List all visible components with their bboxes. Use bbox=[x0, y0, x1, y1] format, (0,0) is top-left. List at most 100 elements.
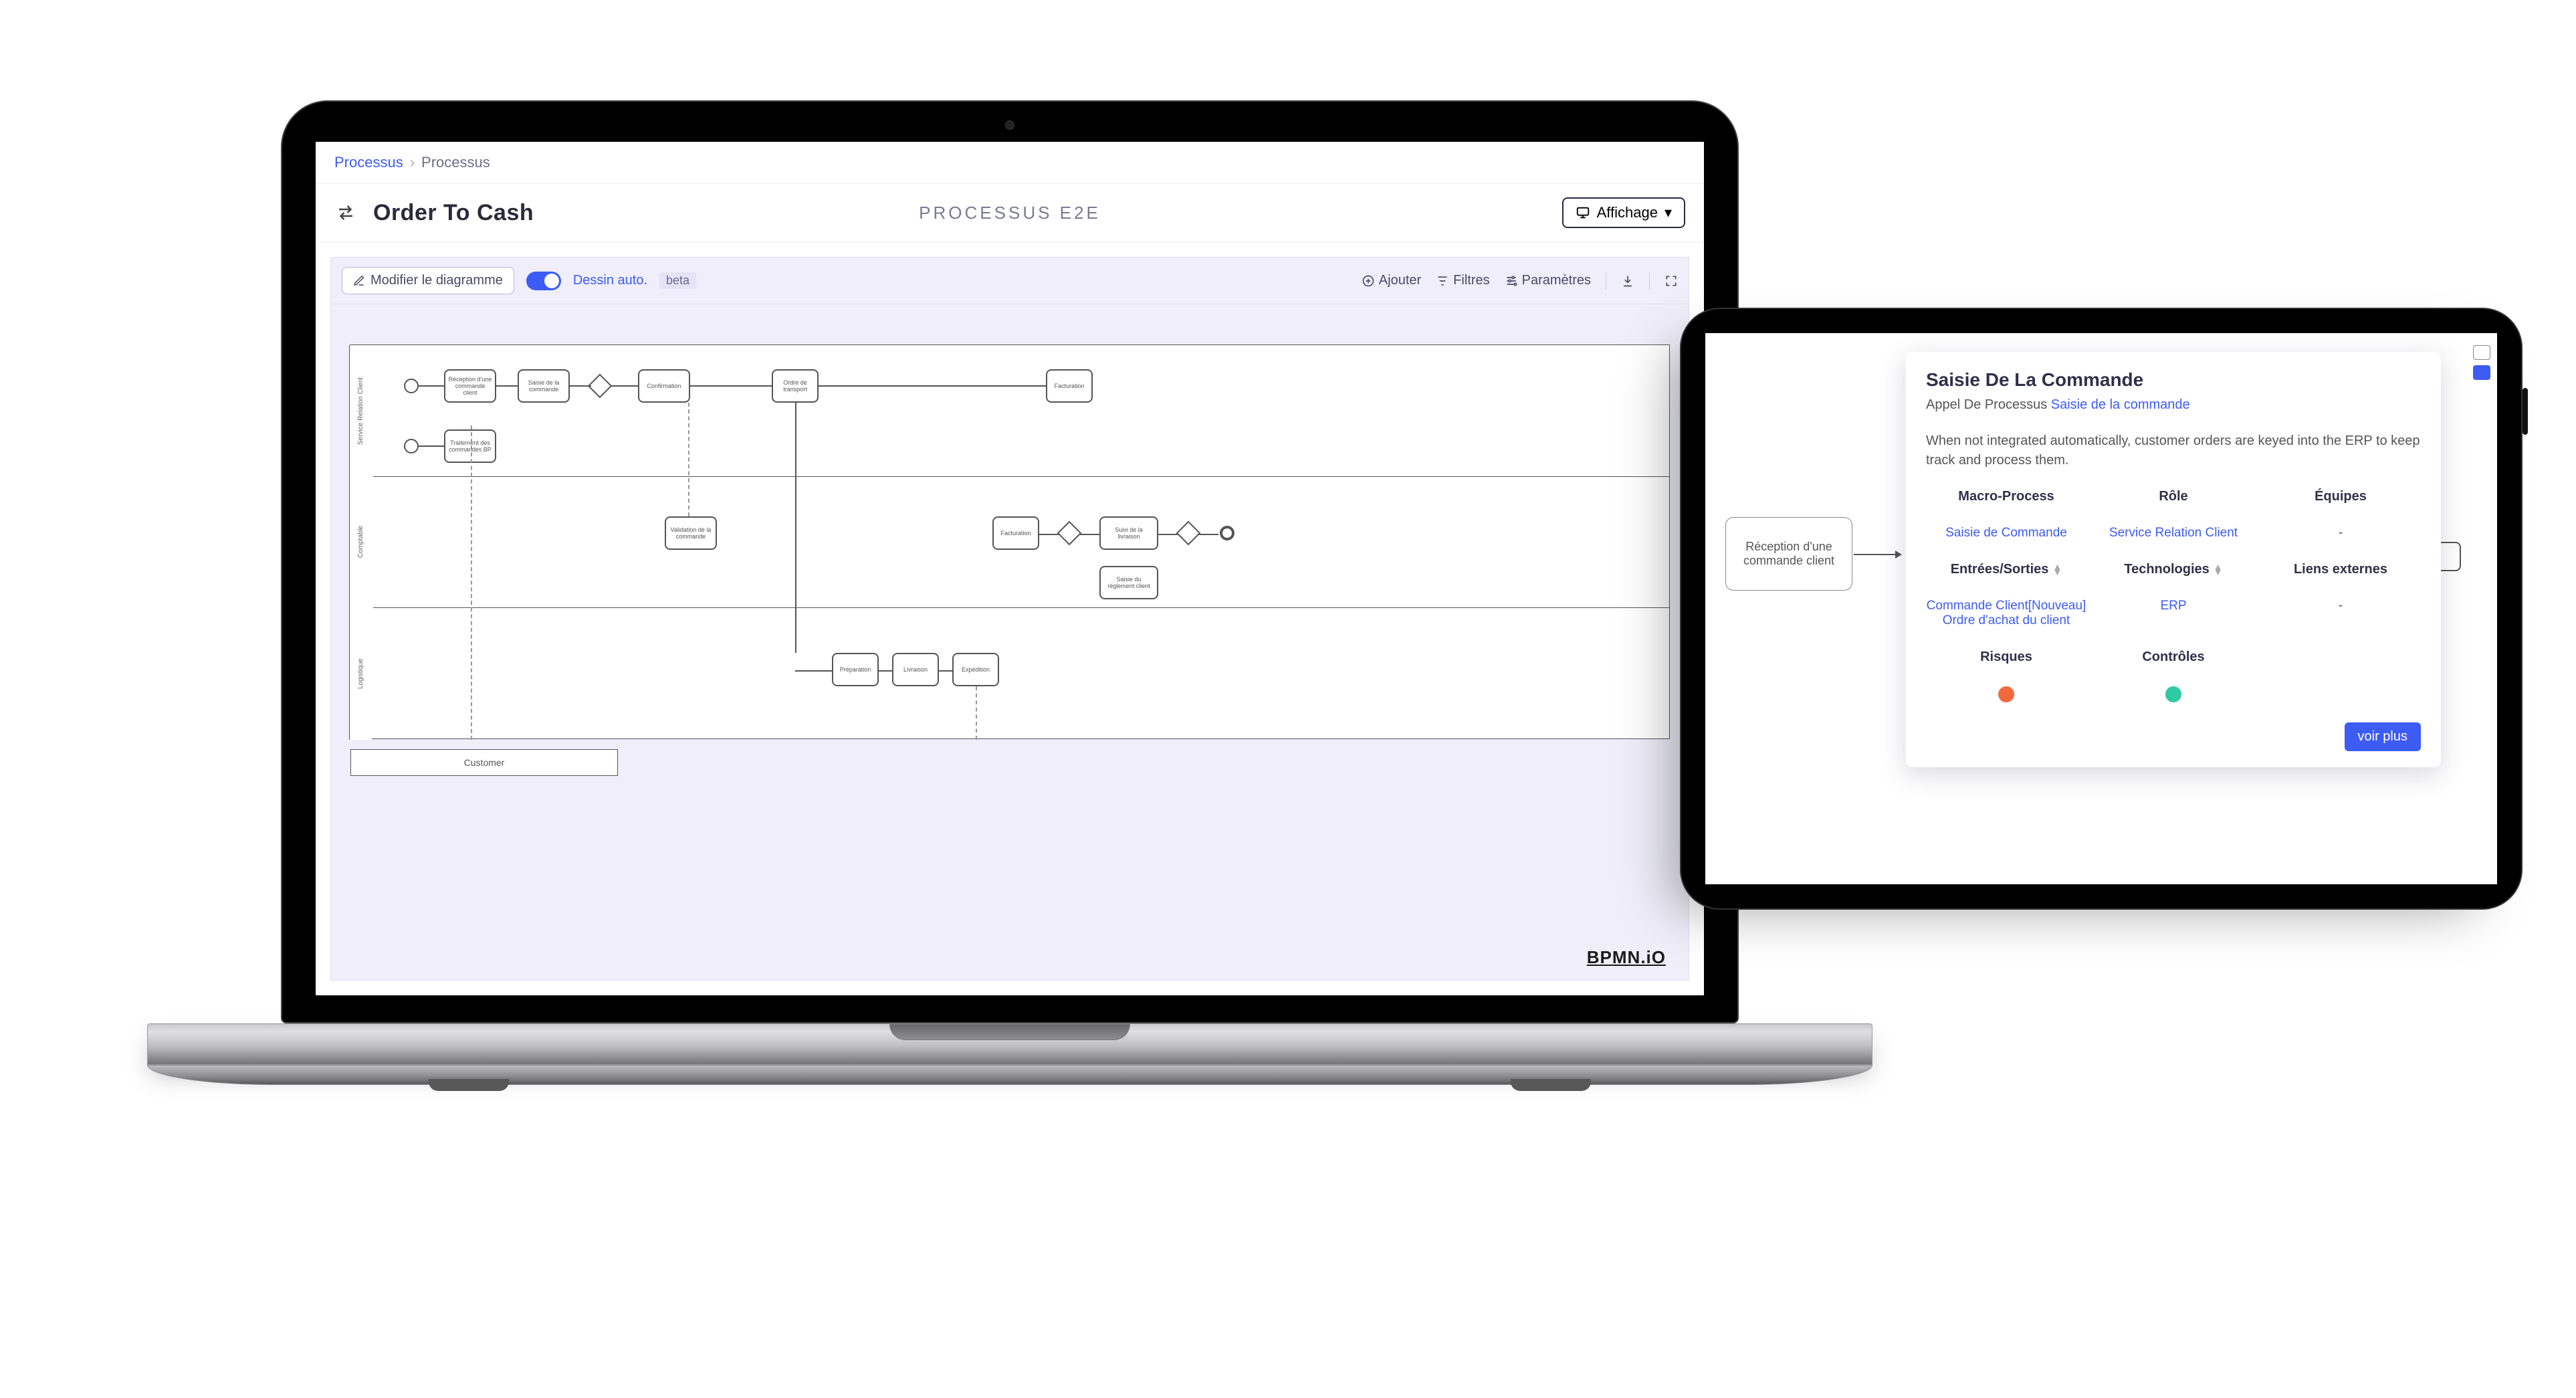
bpmn-task[interactable]: Préparation bbox=[832, 653, 879, 686]
val-io-item[interactable]: Commande Client[Nouveau] bbox=[1927, 599, 2086, 613]
detail-description: When not integrated automatically, custo… bbox=[1926, 431, 2421, 470]
bpmn-sequence-flow bbox=[419, 385, 444, 387]
laptop-trackpad-notch bbox=[889, 1024, 1130, 1040]
view-mode-chips bbox=[2473, 345, 2490, 380]
val-io: Commande Client[Nouveau] Ordre d'achat d… bbox=[1926, 599, 2086, 628]
val-risks[interactable] bbox=[1926, 686, 2086, 706]
breadcrumb: Processus › Processus bbox=[316, 142, 1704, 184]
bpmn-sequence-flow bbox=[795, 403, 796, 653]
caret-down-icon: ▾ bbox=[1665, 204, 1672, 221]
chevron-right-icon: › bbox=[410, 154, 415, 171]
canvas-toolbar: Modifier le diagramme Dessin auto. beta … bbox=[331, 258, 1689, 304]
settings-label: Paramètres bbox=[1522, 273, 1591, 288]
col-head-io-label: Entrées/Sorties bbox=[1951, 562, 2049, 577]
bpmn-start-event[interactable] bbox=[404, 379, 419, 393]
col-head-links: Liens externes bbox=[2260, 562, 2421, 577]
lane-label: Logistique bbox=[349, 607, 372, 740]
bpmn-task[interactable]: Expédition bbox=[952, 653, 999, 686]
bpmn-task[interactable]: Facturation bbox=[1046, 369, 1093, 403]
col-head-tech-label: Technologies bbox=[2124, 562, 2209, 577]
bpmn-task[interactable]: Facturation bbox=[992, 516, 1039, 550]
mini-diagram-stage[interactable]: Réception d'une commande client Saisie D… bbox=[1705, 333, 2497, 884]
bpmn-sequence-flow bbox=[1039, 534, 1059, 535]
val-role[interactable]: Service Relation Client bbox=[2109, 526, 2238, 540]
mini-sequence-arrow bbox=[1854, 554, 1901, 555]
bpmn-sequence-flow bbox=[795, 670, 832, 672]
bpmn-start-event[interactable] bbox=[404, 439, 419, 454]
laptop-screen: Processus › Processus Order To Cash PROC… bbox=[316, 142, 1704, 995]
display-mode-button[interactable]: Affichage ▾ bbox=[1562, 197, 1685, 228]
val-tech[interactable]: ERP bbox=[2160, 599, 2186, 613]
bpmn-task[interactable]: Livraison bbox=[892, 653, 939, 686]
page-context-label: PROCESSUS E2E bbox=[919, 203, 1101, 223]
bpmn-external-pool[interactable]: Customer bbox=[350, 749, 618, 776]
bpmn-gateway[interactable] bbox=[1176, 521, 1201, 546]
bpmn-sequence-flow bbox=[611, 385, 638, 387]
bpmn-sequence-flow bbox=[570, 385, 591, 387]
tablet-body: Réception d'une commande client Saisie D… bbox=[1680, 308, 2523, 910]
breadcrumb-current: Processus bbox=[421, 154, 490, 171]
page-header: Order To Cash PROCESSUS E2E Affichage ▾ bbox=[316, 184, 1704, 242]
mini-bpmn-task[interactable]: Réception d'une commande client bbox=[1725, 517, 1852, 591]
expand-icon bbox=[1665, 274, 1678, 288]
bpmn-task[interactable]: Suivi de la livraison bbox=[1099, 516, 1158, 550]
bpmn-task[interactable]: Ordre de transport bbox=[772, 369, 819, 403]
bpmn-sequence-flow bbox=[1198, 534, 1218, 535]
val-macro-process[interactable]: Saisie de Commande bbox=[1945, 526, 2067, 540]
sort-icon: ▲▼ bbox=[2052, 565, 2062, 575]
bpmn-diagram[interactable]: Service Relation Client Comptable Logist… bbox=[350, 344, 1670, 739]
add-button[interactable]: Ajouter bbox=[1362, 273, 1421, 288]
edit-diagram-label: Modifier le diagramme bbox=[370, 273, 503, 288]
breadcrumb-root-link[interactable]: Processus bbox=[334, 154, 403, 171]
filters-label: Filtres bbox=[1453, 273, 1489, 288]
filters-button[interactable]: Filtres bbox=[1436, 273, 1489, 288]
lane-divider bbox=[373, 607, 1669, 608]
col-head-io[interactable]: Entrées/Sorties ▲▼ bbox=[1926, 562, 2086, 577]
bpmn-gateway[interactable] bbox=[588, 374, 613, 399]
bpmn-sequence-flow bbox=[690, 385, 772, 387]
bpmn-sequence-flow bbox=[939, 670, 952, 672]
laptop-camera bbox=[1005, 120, 1014, 130]
lane-divider bbox=[373, 476, 1669, 477]
bpmn-task[interactable]: Saisie de la commande bbox=[518, 369, 570, 403]
val-teams: - bbox=[2339, 526, 2343, 540]
auto-draw-label: Dessin auto. bbox=[573, 273, 647, 288]
laptop-device: Processus › Processus Order To Cash PROC… bbox=[281, 100, 1739, 1251]
edit-diagram-button[interactable]: Modifier le diagramme bbox=[342, 267, 514, 294]
download-button[interactable] bbox=[1621, 274, 1634, 288]
fullscreen-button[interactable] bbox=[1665, 274, 1678, 288]
bpmn-end-event[interactable] bbox=[1220, 526, 1235, 540]
bpmn-sequence-flow bbox=[1079, 534, 1099, 535]
col-head-macro-process: Macro-Process bbox=[1926, 489, 2086, 504]
bpmn-gateway[interactable] bbox=[1057, 521, 1082, 546]
bpmn-task[interactable]: Réception d'une commande client bbox=[444, 369, 496, 403]
see-more-button[interactable]: voir plus bbox=[2345, 722, 2421, 751]
bpmn-task[interactable]: Traitement des commandes BP bbox=[444, 429, 496, 463]
tablet-screen: Réception d'une commande client Saisie D… bbox=[1705, 333, 2497, 884]
tablet-side-button bbox=[2523, 388, 2528, 435]
view-chip-active[interactable] bbox=[2473, 365, 2490, 380]
view-chip[interactable] bbox=[2473, 345, 2490, 360]
auto-draw-toggle[interactable] bbox=[526, 272, 561, 290]
val-controls[interactable] bbox=[2093, 686, 2254, 706]
detail-subtitle-prefix: Appel De Processus bbox=[1926, 397, 2047, 412]
settings-button[interactable]: Paramètres bbox=[1505, 273, 1591, 288]
detail-subtitle-link[interactable]: Saisie de la commande bbox=[2051, 397, 2190, 412]
node-detail-panel: Saisie De La Commande Appel De Processus… bbox=[1906, 352, 2441, 767]
diagram-area[interactable]: Service Relation Client Comptable Logist… bbox=[331, 304, 1689, 980]
app-root: Processus › Processus Order To Cash PROC… bbox=[316, 142, 1704, 995]
sort-icon: ▲▼ bbox=[2214, 565, 2223, 575]
sliders-icon bbox=[1505, 274, 1518, 288]
bpmn-task[interactable]: Saisie du règlement client bbox=[1099, 566, 1158, 599]
col-head-role: Rôle bbox=[2093, 489, 2254, 504]
laptop-foot bbox=[429, 1079, 509, 1091]
bpmn-task[interactable]: Validation de la commande bbox=[665, 516, 717, 550]
bpmn-message-flow bbox=[471, 425, 472, 740]
detail-title: Saisie De La Commande bbox=[1926, 369, 2421, 391]
col-head-tech[interactable]: Technologies ▲▼ bbox=[2093, 562, 2254, 577]
laptop-lid: Processus › Processus Order To Cash PROC… bbox=[281, 100, 1739, 1023]
val-io-item[interactable]: Ordre d'achat du client bbox=[1943, 613, 2070, 627]
bpmn-task[interactable]: Confirmation bbox=[638, 369, 690, 403]
swap-horizontal-icon bbox=[334, 201, 357, 224]
add-label: Ajouter bbox=[1379, 273, 1421, 288]
